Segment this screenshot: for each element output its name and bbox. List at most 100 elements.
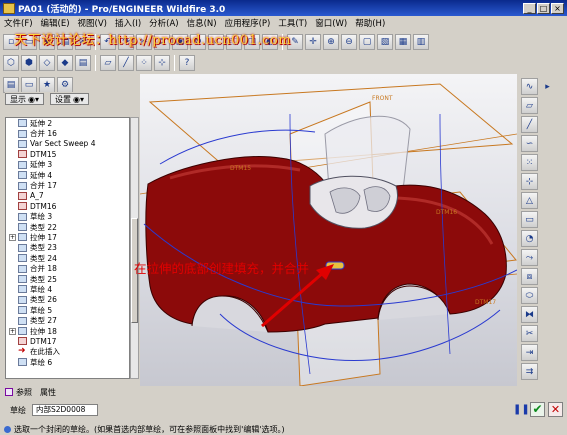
favorites-tab-icon[interactable]: ★ xyxy=(39,77,55,93)
datum-axis-tool-icon[interactable]: ╱ xyxy=(521,116,538,133)
datum-label-dtm15: DTM15 xyxy=(230,165,251,172)
tree-item[interactable]: 类型 24 xyxy=(6,253,129,263)
hidden-line-icon[interactable]: ⬢ xyxy=(21,55,37,71)
graphics-window[interactable]: FRONT DTM15 DTM16 DTM17 xyxy=(140,74,517,386)
references-tab[interactable]: 参照 xyxy=(5,387,32,398)
tree-item[interactable]: 合并 18 xyxy=(6,263,129,273)
instruction-callout: 在拉伸的底部创建填充，并合并 xyxy=(134,261,310,276)
tree-item[interactable]: ➜ 在此插入 xyxy=(6,346,129,357)
settings-dropdown[interactable]: 设置 ◉▾ xyxy=(50,93,89,105)
datum-plane-icon xyxy=(18,337,27,346)
menu-tools[interactable]: 工具(T) xyxy=(278,17,307,29)
zoom-in-icon[interactable]: ⊕ xyxy=(323,34,339,50)
tree-item[interactable]: 草绘 5 xyxy=(6,305,129,315)
sweep-icon xyxy=(18,139,27,148)
show-dropdown[interactable]: 显示 ◉▾ xyxy=(5,93,44,105)
tree-item-label: 延伸 2 xyxy=(30,118,53,128)
status-message: 选取一个封闭的草绘。(如果首选内部草绘，可在参照面板中找到'编辑'选项。) xyxy=(14,425,285,434)
tree-item-label: 类型 24 xyxy=(30,253,57,263)
menu-applications[interactable]: 应用程序(P) xyxy=(225,17,271,29)
view-manager-icon[interactable]: ▦ xyxy=(395,34,411,50)
tree-item[interactable]: 类型 27 xyxy=(6,315,129,325)
minimize-button[interactable]: _ xyxy=(523,2,536,14)
surface-icon xyxy=(18,243,27,252)
merge-tool-icon[interactable]: ⧓ xyxy=(521,306,538,323)
no-hidden-icon[interactable]: ◇ xyxy=(39,55,55,71)
title-bar: PA01 (活动的) - Pro/ENGINEER Wildfire 3.0 _… xyxy=(0,0,567,16)
model-tree-tab-icon[interactable]: ▤ xyxy=(3,77,19,93)
tree-item[interactable]: 类型 22 xyxy=(6,222,129,232)
repaint-icon[interactable]: ▧ xyxy=(377,34,393,50)
confirm-button[interactable]: ✔ xyxy=(530,402,545,417)
datum-points-toggle-icon[interactable]: ⁘ xyxy=(136,55,152,71)
sketched-curve-icon[interactable]: ∿ xyxy=(521,78,538,95)
folder-browser-tab-icon[interactable]: ▭ xyxy=(21,77,37,93)
model-tree-scrollbar[interactable] xyxy=(130,117,139,379)
datum-plane-icon xyxy=(18,202,27,211)
tree-item[interactable]: 延伸 4 xyxy=(6,170,129,180)
tree-item[interactable]: A_7 xyxy=(6,191,129,201)
tree-item-label: 合并 17 xyxy=(30,181,57,191)
datum-planes-toggle-icon[interactable]: ▱ xyxy=(100,55,116,71)
menu-edit[interactable]: 编辑(E) xyxy=(41,17,70,29)
wireframe-icon[interactable]: ⬡ xyxy=(3,55,19,71)
tree-item[interactable]: 类型 26 xyxy=(6,295,129,305)
tree-item[interactable]: 合并 16 xyxy=(6,128,129,138)
tree-item[interactable]: 草绘 3 xyxy=(6,212,129,222)
menu-insert[interactable]: 插入(I) xyxy=(115,17,141,29)
close-button[interactable]: × xyxy=(551,2,564,14)
coordinate-system-toggle-icon[interactable]: ⊹ xyxy=(154,55,170,71)
extend-icon xyxy=(18,171,27,180)
tree-item[interactable]: Var Sect Sweep 4 xyxy=(6,139,129,149)
revolve-tool-icon[interactable]: ◔ xyxy=(521,230,538,247)
trim-tool-icon[interactable]: ✂ xyxy=(521,325,538,342)
tree-item[interactable]: 延伸 3 xyxy=(6,160,129,170)
coordinate-system-tool-icon[interactable]: ⊹ xyxy=(521,173,538,190)
datum-point-tool-icon[interactable]: ⁙ xyxy=(521,154,538,171)
references-tab-icon xyxy=(5,388,13,396)
tree-item[interactable]: DTM16 xyxy=(6,201,129,211)
cancel-button[interactable]: ✕ xyxy=(548,402,563,417)
datum-axes-toggle-icon[interactable]: ╱ xyxy=(118,55,134,71)
tree-item[interactable]: 草绘 4 xyxy=(6,284,129,294)
properties-tab[interactable]: 属性 xyxy=(40,387,56,398)
extend-tool-icon[interactable]: ⇥ xyxy=(521,344,538,361)
analysis-feature-icon[interactable]: △ xyxy=(521,192,538,209)
menu-window[interactable]: 窗口(W) xyxy=(315,17,347,29)
zoom-out-icon[interactable]: ⊖ xyxy=(341,34,357,50)
menu-file[interactable]: 文件(F) xyxy=(4,17,33,29)
menu-analysis[interactable]: 分析(A) xyxy=(149,17,178,29)
extrude-tool-icon[interactable]: ▭ xyxy=(521,211,538,228)
datum-plane-tool-icon[interactable]: ▱ xyxy=(521,97,538,114)
expand-icon[interactable]: + xyxy=(9,233,16,241)
tree-item[interactable]: 合并 17 xyxy=(6,180,129,190)
blend-tool-icon[interactable]: ⧈ xyxy=(521,268,538,285)
shading-icon[interactable]: ◆ xyxy=(57,55,73,71)
model-tree-toggle-icon[interactable]: ▤ xyxy=(75,55,91,71)
saved-views-icon[interactable]: ▥ xyxy=(413,34,429,50)
connections-tab-icon[interactable]: ⚙ xyxy=(57,77,73,93)
menu-view[interactable]: 视图(V) xyxy=(78,17,107,29)
maximize-button[interactable]: □ xyxy=(537,2,550,14)
tree-item[interactable]: 类型 25 xyxy=(6,274,129,284)
context-help-icon[interactable]: ? xyxy=(179,55,195,71)
pause-icon[interactable]: ❚❚ xyxy=(513,403,530,417)
sketch-collector-field[interactable]: 内部S2D0008 xyxy=(32,404,98,416)
tree-item[interactable]: 草绘 6 xyxy=(6,357,129,367)
boundary-blend-icon[interactable]: ⬭ xyxy=(521,287,538,304)
offset-tool-icon[interactable]: ⇉ xyxy=(521,363,538,380)
sweep-tool-icon[interactable]: ⤳ xyxy=(521,249,538,266)
spin-center-icon[interactable]: ✛ xyxy=(305,34,321,50)
tree-item[interactable]: 类型 23 xyxy=(6,243,129,253)
tree-item[interactable]: + 拉伸 18 xyxy=(6,326,129,336)
flyout-arrow-icon: ▸ xyxy=(545,81,550,92)
menu-help[interactable]: 帮助(H) xyxy=(355,17,385,29)
expand-icon[interactable]: + xyxy=(9,327,16,335)
tree-item[interactable]: 延伸 2 xyxy=(6,118,129,128)
toolbar-separator xyxy=(174,55,175,71)
datum-curve-tool-icon[interactable]: ∽ xyxy=(521,135,538,152)
refit-icon[interactable]: ▢ xyxy=(359,34,375,50)
menu-info[interactable]: 信息(N) xyxy=(187,17,217,29)
tree-item[interactable]: + 拉伸 17 xyxy=(6,232,129,242)
tree-item[interactable]: DTM15 xyxy=(6,149,129,159)
